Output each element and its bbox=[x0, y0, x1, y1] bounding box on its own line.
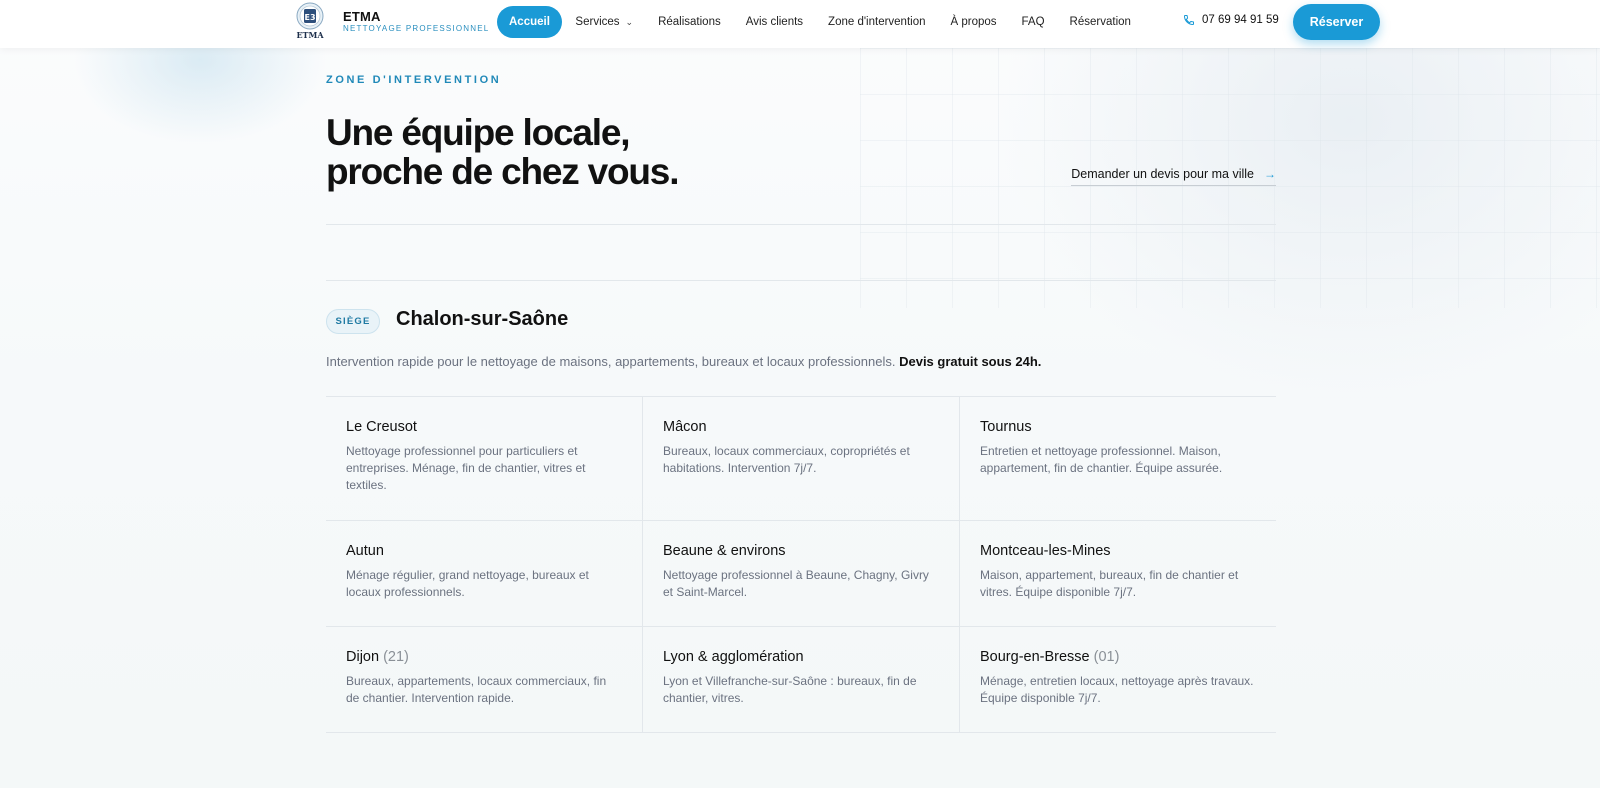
reserve-button[interactable]: Réserver bbox=[1293, 4, 1380, 40]
city-name: Tournus bbox=[980, 419, 1032, 435]
city-description: Lyon et Villefranche-sur-Saône : bureaux… bbox=[663, 674, 917, 705]
city-code: (01) bbox=[1093, 649, 1120, 665]
city-name: Bourg-en-Bresse (01) bbox=[980, 649, 1120, 665]
nav-item-realisations[interactable]: Réalisations bbox=[646, 6, 734, 38]
etma-logo-icon: E3 ETMA bbox=[296, 2, 324, 40]
hq-description: Intervention rapide pour le nettoyage de… bbox=[326, 354, 1041, 369]
hq-description-text: Intervention rapide pour le nettoyage de… bbox=[326, 354, 896, 369]
city-name: Beaune & environs bbox=[663, 543, 786, 559]
section-headline: Une équipe locale, proche de chez vous. bbox=[326, 113, 826, 191]
city-name: Autun bbox=[346, 543, 384, 559]
city-card: Mâcon Bureaux, locaux commerciaux, copro… bbox=[642, 397, 959, 521]
divider bbox=[326, 224, 1276, 225]
city-description: Maison, appartement, bureaux, fin de cha… bbox=[980, 568, 1239, 599]
svg-text:E3: E3 bbox=[304, 13, 315, 22]
city-description: Entretien et nettoyage professionnel. Ma… bbox=[980, 444, 1223, 475]
city-name: Lyon & agglomération bbox=[663, 649, 804, 665]
city-card: Tournus Entretien et nettoyage professio… bbox=[959, 397, 1276, 521]
nav-item-accueil[interactable]: Accueil bbox=[497, 6, 562, 38]
city-description: Bureaux, locaux commerciaux, copropriété… bbox=[663, 444, 910, 475]
request-quote-link[interactable]: Demander un devis pour ma ville → bbox=[1071, 167, 1276, 186]
nav-item-a-propos[interactable]: À propos bbox=[938, 6, 1009, 38]
svg-text:ETMA: ETMA bbox=[296, 30, 324, 40]
hq-city-name: Chalon-sur-Saône bbox=[396, 308, 569, 330]
phone-number: 07 69 94 91 59 bbox=[1202, 14, 1279, 26]
city-name: Montceau-les-Mines bbox=[980, 543, 1111, 559]
city-grid: Le Creusot Nettoyage professionnel pour … bbox=[326, 397, 1276, 733]
city-description: Ménage, entretien locaux, nettoyage aprè… bbox=[980, 674, 1254, 705]
section-eyebrow: ZONE D'INTERVENTION bbox=[326, 74, 502, 86]
request-quote-label: Demander un devis pour ma ville bbox=[1071, 167, 1254, 181]
phone-link[interactable]: 07 69 94 91 59 bbox=[1183, 14, 1279, 26]
city-card: Montceau-les-Mines Maison, appartement, … bbox=[959, 521, 1276, 627]
city-code: (21) bbox=[383, 649, 409, 665]
nav-item-faq[interactable]: FAQ bbox=[1009, 6, 1057, 38]
nav-item-zone-intervention[interactable]: Zone d'intervention bbox=[816, 6, 938, 38]
city-card: Dijon (21) Bureaux, appartements, locaux… bbox=[326, 627, 642, 733]
nav-item-avis-clients[interactable]: Avis clients bbox=[733, 6, 815, 38]
city-card: Beaune & environs Nettoyage professionne… bbox=[642, 521, 959, 627]
city-card: Bourg-en-Bresse (01) Ménage, entretien l… bbox=[959, 627, 1276, 733]
main-menu: Accueil Services ⌄ Réalisations Avis cli… bbox=[497, 6, 1143, 38]
phone-icon bbox=[1183, 15, 1194, 26]
brand-tagline: NETTOYAGE PROFESSIONNEL bbox=[343, 24, 490, 33]
city-description: Nettoyage professionnel pour particulier… bbox=[346, 444, 586, 492]
top-navbar: E3 ETMA ETMA NETTOYAGE PROFESSIONNEL Acc… bbox=[0, 0, 1600, 48]
arrow-right-icon: → bbox=[1264, 167, 1276, 181]
city-description: Ménage régulier, grand nettoyage, bureau… bbox=[346, 568, 589, 599]
city-name: Mâcon bbox=[663, 419, 707, 435]
divider bbox=[326, 280, 1276, 281]
city-description: Bureaux, appartements, locaux commerciau… bbox=[346, 674, 607, 705]
headline-line-2: proche de chez vous. bbox=[326, 151, 679, 192]
brand-text: ETMA NETTOYAGE PROFESSIONNEL bbox=[343, 10, 489, 34]
hq-description-highlight: Devis gratuit sous 24h. bbox=[899, 354, 1042, 369]
nav-item-services-label: Services bbox=[575, 16, 620, 28]
hq-badge: SIÈGE bbox=[326, 309, 380, 334]
chevron-down-icon: ⌄ bbox=[625, 17, 634, 27]
nav-item-services[interactable]: Services ⌄ bbox=[563, 6, 646, 38]
city-card: Lyon & agglomération Lyon et Villefranch… bbox=[642, 627, 959, 733]
city-description: Nettoyage professionnel à Beaune, Chagny… bbox=[663, 568, 929, 599]
city-card: Le Creusot Nettoyage professionnel pour … bbox=[326, 397, 642, 521]
city-name: Dijon (21) bbox=[346, 649, 409, 665]
city-name: Le Creusot bbox=[346, 419, 417, 435]
headline-line-1: Une équipe locale, bbox=[326, 112, 630, 153]
city-card: Autun Ménage régulier, grand nettoyage, … bbox=[326, 521, 642, 627]
nav-item-reservation[interactable]: Réservation bbox=[1057, 6, 1143, 38]
brand-name: ETMA bbox=[343, 9, 381, 24]
